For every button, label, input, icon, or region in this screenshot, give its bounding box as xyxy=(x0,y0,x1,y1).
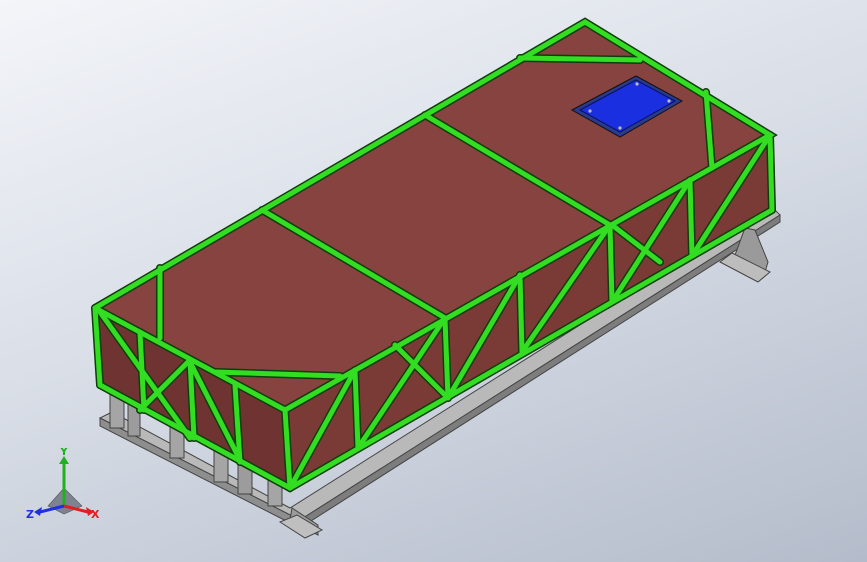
orientation-triad[interactable]: Y X Z xyxy=(24,445,106,530)
z-axis-label: Z xyxy=(26,508,34,521)
x-axis-label: X xyxy=(91,508,100,521)
graphics-viewport[interactable] xyxy=(0,0,867,562)
y-axis-label: Y xyxy=(59,448,69,458)
model-view[interactable] xyxy=(0,0,867,562)
